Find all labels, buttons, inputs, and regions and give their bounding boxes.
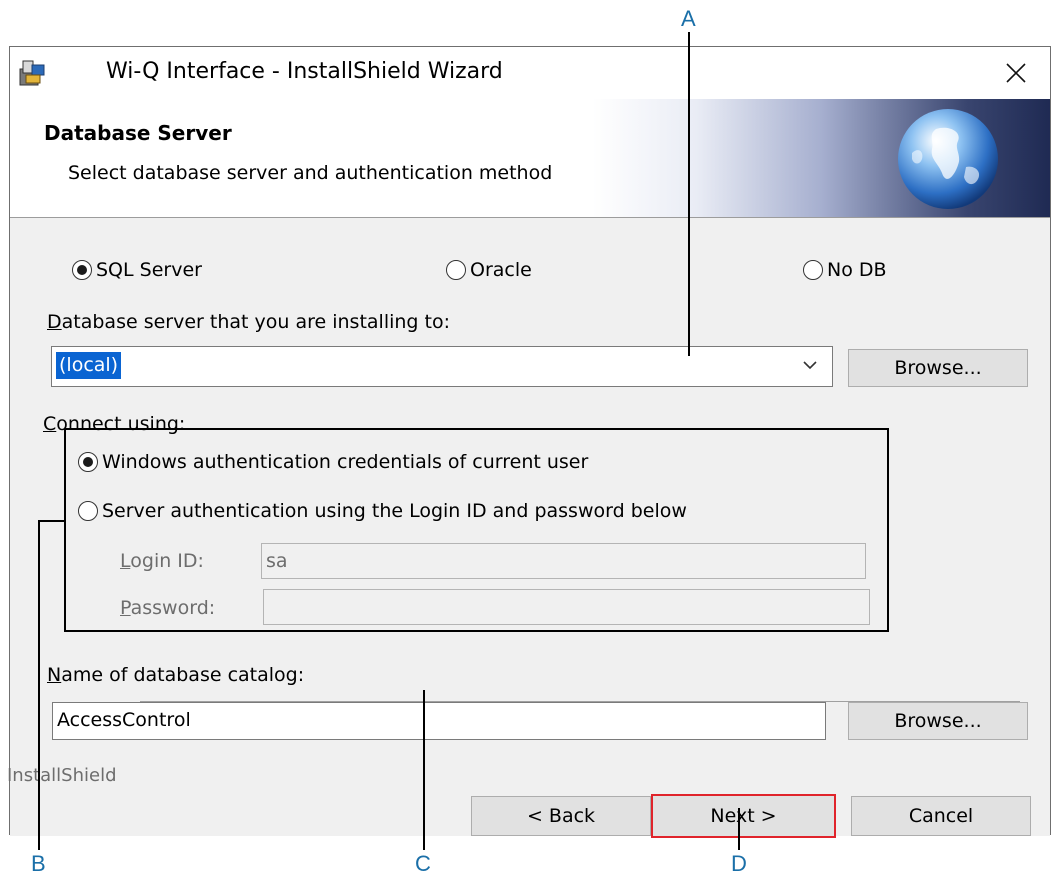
radio-indicator xyxy=(78,501,98,521)
close-icon xyxy=(1006,63,1026,83)
header-banner: Database Server Select database server a… xyxy=(10,99,1050,218)
callout-c: C xyxy=(415,851,431,876)
radio-windows-auth[interactable]: Windows authentication credentials of cu… xyxy=(78,449,588,475)
cancel-button[interactable]: Cancel xyxy=(851,796,1031,836)
radio-indicator xyxy=(78,452,98,472)
footer-divider xyxy=(140,701,1020,702)
leader-line-c xyxy=(423,690,425,850)
radio-indicator xyxy=(72,260,92,280)
window-title: Wi-Q Interface - InstallShield Wizard xyxy=(106,59,503,84)
server-value: (local) xyxy=(56,352,122,379)
password-label: Password: xyxy=(120,597,216,619)
leader-line-a xyxy=(688,32,690,356)
radio-server-auth[interactable]: Server authentication using the Login ID… xyxy=(78,498,687,524)
next-button[interactable]: Next > xyxy=(651,794,836,838)
radio-label: Windows authentication credentials of cu… xyxy=(102,451,589,473)
installer-icon xyxy=(17,57,49,89)
server-label: Database server that you are installing … xyxy=(47,311,450,333)
login-id-field[interactable]: sa xyxy=(261,543,866,579)
back-button[interactable]: < Back xyxy=(471,796,651,836)
installer-window: Wi-Q Interface - InstallShield Wizard Da… xyxy=(7,46,1051,838)
login-id-label: Login ID: xyxy=(120,550,204,572)
browse-server-button[interactable]: Browse... xyxy=(848,349,1028,387)
catalog-label: Name of database catalog: xyxy=(47,664,305,686)
server-combobox[interactable]: (local) xyxy=(51,346,833,387)
page-title: Database Server xyxy=(44,121,232,145)
catalog-field[interactable]: AccessControl xyxy=(52,702,826,740)
callout-a: A xyxy=(681,6,696,31)
browse-catalog-button[interactable]: Browse... xyxy=(848,702,1028,740)
radio-indicator xyxy=(446,260,466,280)
leader-line-d xyxy=(738,808,740,850)
radio-label: Server authentication using the Login ID… xyxy=(102,500,687,522)
title-bar[interactable]: Wi-Q Interface - InstallShield Wizard xyxy=(10,47,1050,99)
radio-indicator xyxy=(803,260,823,280)
chevron-down-icon[interactable] xyxy=(800,355,820,375)
leader-line-b-horizontal xyxy=(38,520,66,522)
callout-b: B xyxy=(31,851,46,876)
close-button[interactable] xyxy=(986,49,1046,97)
radio-oracle[interactable]: Oracle xyxy=(446,257,532,283)
dialog-body: SQL Server Oracle No DB Database server … xyxy=(7,218,1050,838)
radio-no-db[interactable]: No DB xyxy=(803,257,887,283)
radio-label: Oracle xyxy=(470,259,532,281)
callout-d: D xyxy=(731,851,747,876)
globe-icon xyxy=(896,107,1000,211)
page-subtitle: Select database server and authenticatio… xyxy=(68,162,553,184)
leader-line-b xyxy=(38,520,40,850)
radio-label: No DB xyxy=(827,259,887,281)
password-field[interactable] xyxy=(263,589,870,625)
installshield-brand: InstallShield xyxy=(7,765,117,786)
radio-sql-server[interactable]: SQL Server xyxy=(72,257,202,283)
radio-label: SQL Server xyxy=(96,259,202,281)
